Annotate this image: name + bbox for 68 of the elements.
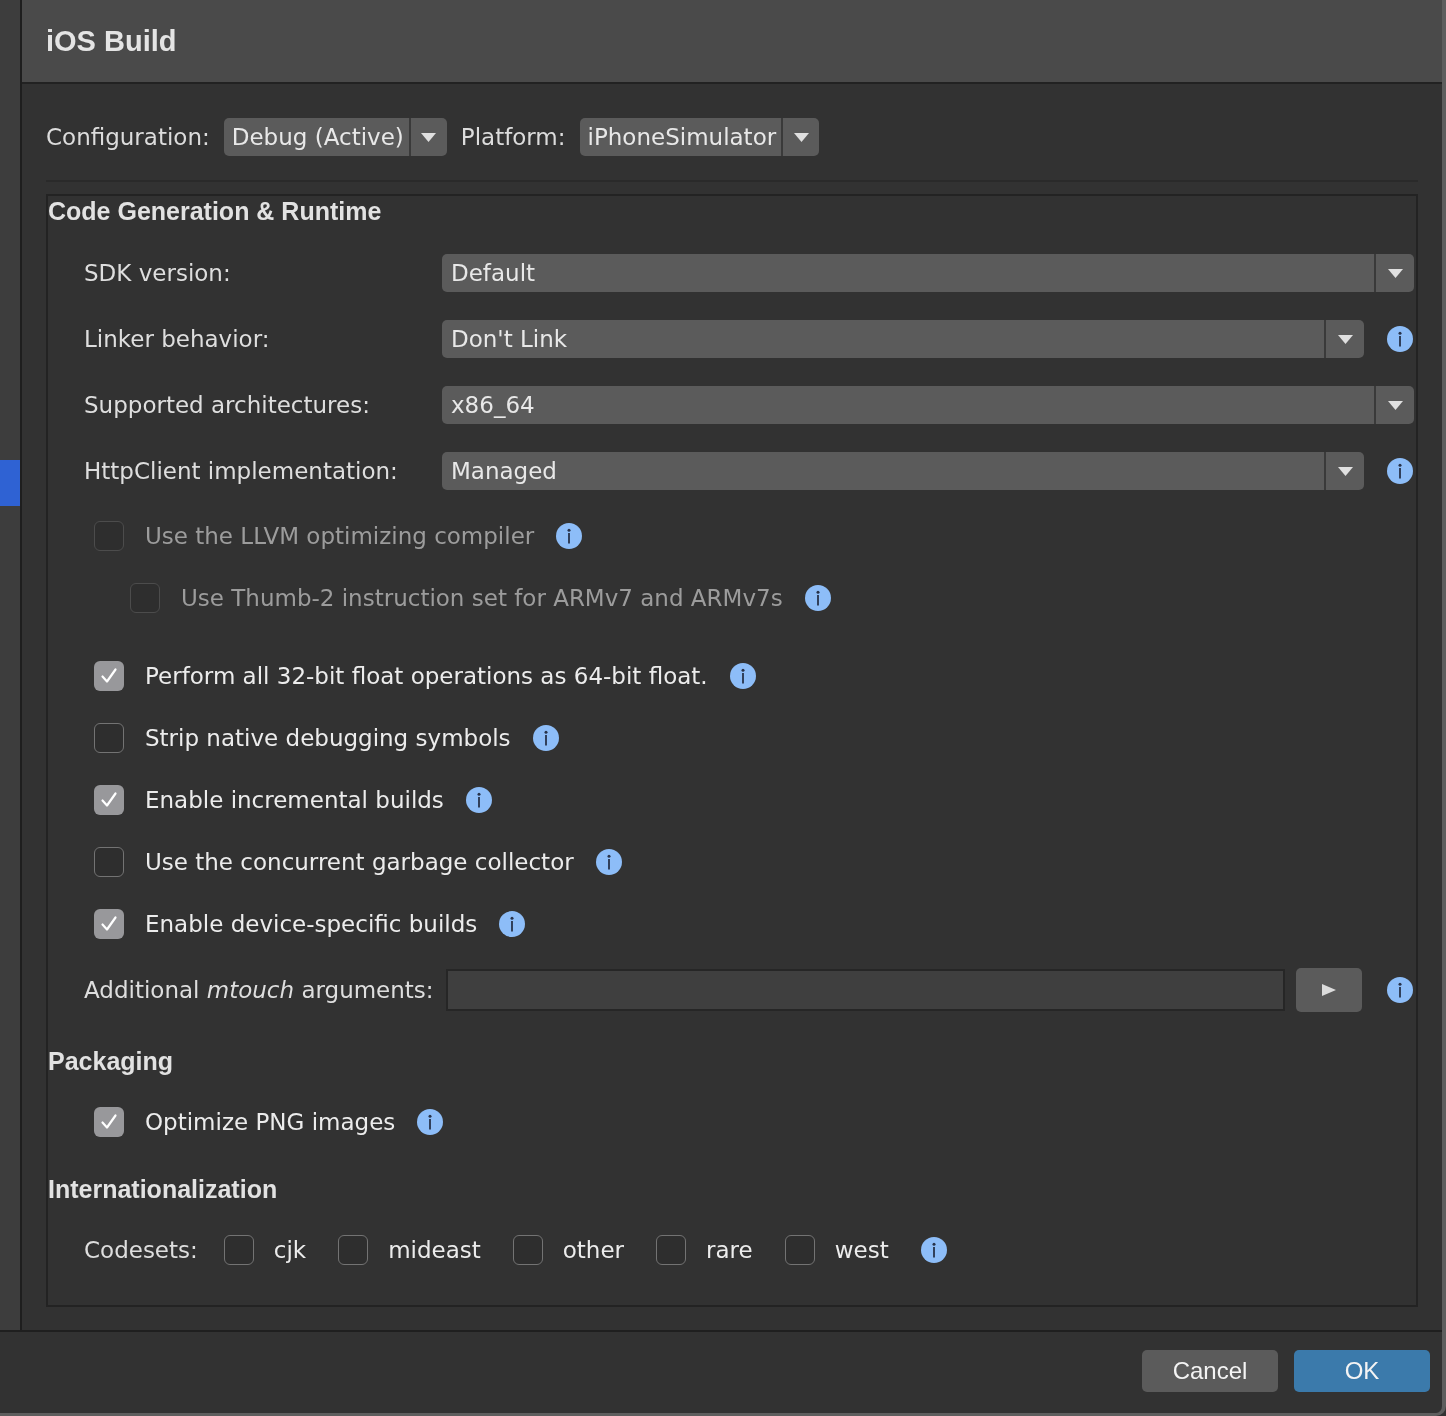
field-label: Supported architectures: bbox=[84, 392, 371, 418]
field-label: Configuration: bbox=[46, 124, 210, 150]
play-button[interactable] bbox=[1296, 968, 1362, 1012]
dropdown[interactable]: iPhoneSimulator bbox=[579, 118, 820, 156]
field-label: SDK version: bbox=[84, 260, 232, 286]
checkbox-label: Use Thumb-2 instruction set for ARMv7 and ARMv7s bbox=[181, 585, 783, 611]
info-icon[interactable] bbox=[1387, 458, 1413, 484]
checkmark-icon bbox=[100, 791, 118, 809]
info-icon[interactable] bbox=[1387, 326, 1413, 352]
checkbox-label: rare bbox=[706, 1237, 753, 1263]
checkbox[interactable] bbox=[94, 723, 124, 753]
checkbox[interactable] bbox=[784, 1235, 815, 1265]
caret-icon bbox=[793, 132, 809, 142]
caret-icon bbox=[1337, 466, 1353, 476]
cancel-button[interactable]: Cancel bbox=[1142, 1350, 1278, 1392]
checkbox-label: Perform all 32-bit float operations as 64-bit float. bbox=[145, 663, 708, 689]
checkbox[interactable] bbox=[338, 1235, 369, 1265]
info-icon[interactable] bbox=[729, 663, 756, 689]
checkbox[interactable] bbox=[94, 661, 124, 691]
checkbox-label: Enable incremental builds bbox=[145, 787, 444, 813]
checkbox[interactable] bbox=[512, 1235, 543, 1265]
section-heading: Internationalization bbox=[48, 1174, 279, 1204]
section-heading: Code Generation & Runtime bbox=[48, 196, 383, 226]
checkbox-label: Use the concurrent garbage collector bbox=[145, 849, 574, 875]
checkbox-label: Strip native debugging symbols bbox=[145, 725, 511, 751]
info-icon[interactable] bbox=[595, 849, 622, 875]
checkbox[interactable] bbox=[94, 1107, 124, 1137]
info-icon[interactable] bbox=[920, 1237, 947, 1263]
info-icon[interactable] bbox=[1387, 977, 1413, 1003]
info-icon[interactable] bbox=[465, 787, 492, 813]
checkbox-label: other bbox=[562, 1237, 625, 1263]
field-label: Platform: bbox=[460, 124, 566, 150]
checkbox-label: Use the LLVM optimizing compiler bbox=[145, 523, 535, 549]
checkbox-label: Optimize PNG images bbox=[145, 1109, 396, 1135]
dropdown[interactable]: Don't Link bbox=[442, 320, 1364, 358]
caret-icon bbox=[1387, 268, 1403, 278]
checkbox[interactable] bbox=[94, 785, 124, 815]
selection-highlight bbox=[0, 460, 20, 506]
ok-button[interactable]: OK bbox=[1294, 1350, 1430, 1392]
dropdown[interactable]: Debug (Active) bbox=[223, 118, 447, 156]
input-field[interactable] bbox=[446, 969, 1285, 1011]
checkbox[interactable] bbox=[223, 1235, 254, 1265]
checkbox-label: Enable device-specific builds bbox=[145, 911, 478, 937]
dropdown[interactable]: Default bbox=[442, 254, 1414, 292]
caret-icon bbox=[421, 132, 437, 142]
checkbox[interactable] bbox=[94, 909, 124, 939]
checkbox[interactable] bbox=[656, 1235, 687, 1265]
checkmark-icon bbox=[100, 915, 118, 933]
checkbox-label: mideast bbox=[388, 1237, 481, 1263]
caret-icon bbox=[1337, 334, 1353, 344]
checkmark-icon bbox=[100, 1113, 118, 1131]
field-label: HttpClient implementation: bbox=[84, 458, 399, 484]
dialog-title: iOS Build bbox=[46, 24, 177, 58]
checkbox-label: west bbox=[834, 1237, 889, 1263]
info-icon[interactable] bbox=[417, 1109, 444, 1135]
field-label: Additional mtouch arguments: bbox=[84, 977, 435, 1003]
section-heading: Packaging bbox=[48, 1046, 175, 1076]
dropdown[interactable]: x86_64 bbox=[442, 386, 1414, 424]
checkbox[interactable] bbox=[94, 847, 124, 877]
dropdown[interactable]: Managed bbox=[442, 452, 1364, 490]
checkmark-icon bbox=[100, 667, 118, 685]
checkbox-label: cjk bbox=[273, 1237, 307, 1263]
play-icon bbox=[1322, 984, 1336, 996]
caret-icon bbox=[1387, 400, 1403, 410]
info-icon[interactable] bbox=[499, 911, 526, 937]
info-icon[interactable] bbox=[532, 725, 559, 751]
field-label: Codesets: bbox=[84, 1237, 198, 1263]
field-label: Linker behavior: bbox=[84, 326, 271, 352]
